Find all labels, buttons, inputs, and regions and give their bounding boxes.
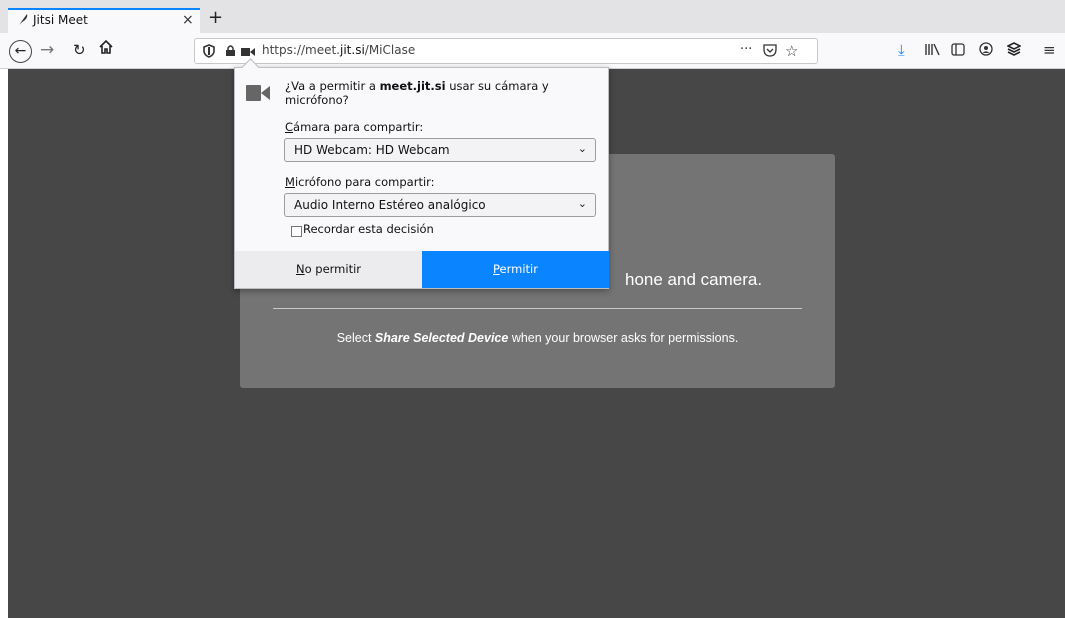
sidebar-icon[interactable] xyxy=(951,43,965,60)
chevron-down-icon: ⌄ xyxy=(577,197,587,210)
camera-permission-icon[interactable] xyxy=(241,46,255,61)
url-bar[interactable]: https://meet.jit.si/MiClase ··· ☆ xyxy=(194,38,818,64)
tracking-shield-icon[interactable] xyxy=(203,44,215,62)
microphone-select-label: Micrófono para compartir: xyxy=(285,175,435,189)
reload-icon[interactable]: ↻ xyxy=(73,40,86,60)
new-tab-button[interactable]: + xyxy=(208,9,223,27)
tab-jitsi-meet[interactable]: Jitsi Meet × xyxy=(8,8,200,33)
microphone-select-value: Audio Interno Estéreo analógico xyxy=(294,198,486,212)
remember-label[interactable]: Recordar esta decisión xyxy=(303,222,434,236)
url-text[interactable]: https://meet.jit.si/MiClase xyxy=(262,43,415,57)
library-icon[interactable] xyxy=(925,43,940,60)
allow-button[interactable]: Permitir xyxy=(422,251,609,288)
jitsi-feather-icon xyxy=(17,13,29,29)
menu-icon[interactable]: ≡ xyxy=(1043,41,1056,59)
pocket-icon[interactable] xyxy=(763,43,777,61)
deny-button[interactable]: No permitir xyxy=(235,251,422,288)
card-divider xyxy=(273,308,802,309)
remember-checkbox[interactable] xyxy=(291,226,302,237)
download-icon[interactable]: ⤓ xyxy=(898,41,905,59)
permission-popup: ¿Va a permitir a meet.jit.si usar su cám… xyxy=(234,58,609,289)
account-icon[interactable] xyxy=(979,42,993,60)
lock-icon[interactable] xyxy=(225,44,236,61)
camera-select-label: Cámara para compartir: xyxy=(285,120,424,134)
forward-icon[interactable]: → xyxy=(40,40,54,60)
chevron-down-icon: ⌄ xyxy=(577,142,587,155)
card-heading: hone and camera. xyxy=(625,270,763,289)
permission-question: ¿Va a permitir a meet.jit.si usar su cám… xyxy=(285,79,549,107)
card-instruction: Select Share Selected Device when your b… xyxy=(336,331,739,345)
back-icon[interactable]: ← xyxy=(9,40,32,63)
home-icon[interactable] xyxy=(98,39,114,60)
camera-select[interactable]: HD Webcam: HD Webcam ⌄ xyxy=(284,138,596,162)
allow-button-label: Permitir xyxy=(493,262,538,276)
deny-button-label: No permitir xyxy=(295,262,362,276)
microphone-select[interactable]: Audio Interno Estéreo analógico ⌄ xyxy=(284,193,596,217)
tab-strip: Jitsi Meet × + xyxy=(0,0,1065,33)
navigation-toolbar: ← → ↻ https://meet.jit.si/MiClase ··· ☆ … xyxy=(0,33,1065,69)
tab-title: Jitsi Meet xyxy=(33,13,88,27)
camera-icon xyxy=(246,83,270,103)
camera-select-value: HD Webcam: HD Webcam xyxy=(294,143,450,157)
bookmark-star-icon[interactable]: ☆ xyxy=(785,42,798,60)
page-actions-icon[interactable]: ··· xyxy=(740,42,752,57)
tab-close-icon[interactable]: × xyxy=(182,12,194,28)
extension-icon[interactable] xyxy=(1006,42,1022,60)
